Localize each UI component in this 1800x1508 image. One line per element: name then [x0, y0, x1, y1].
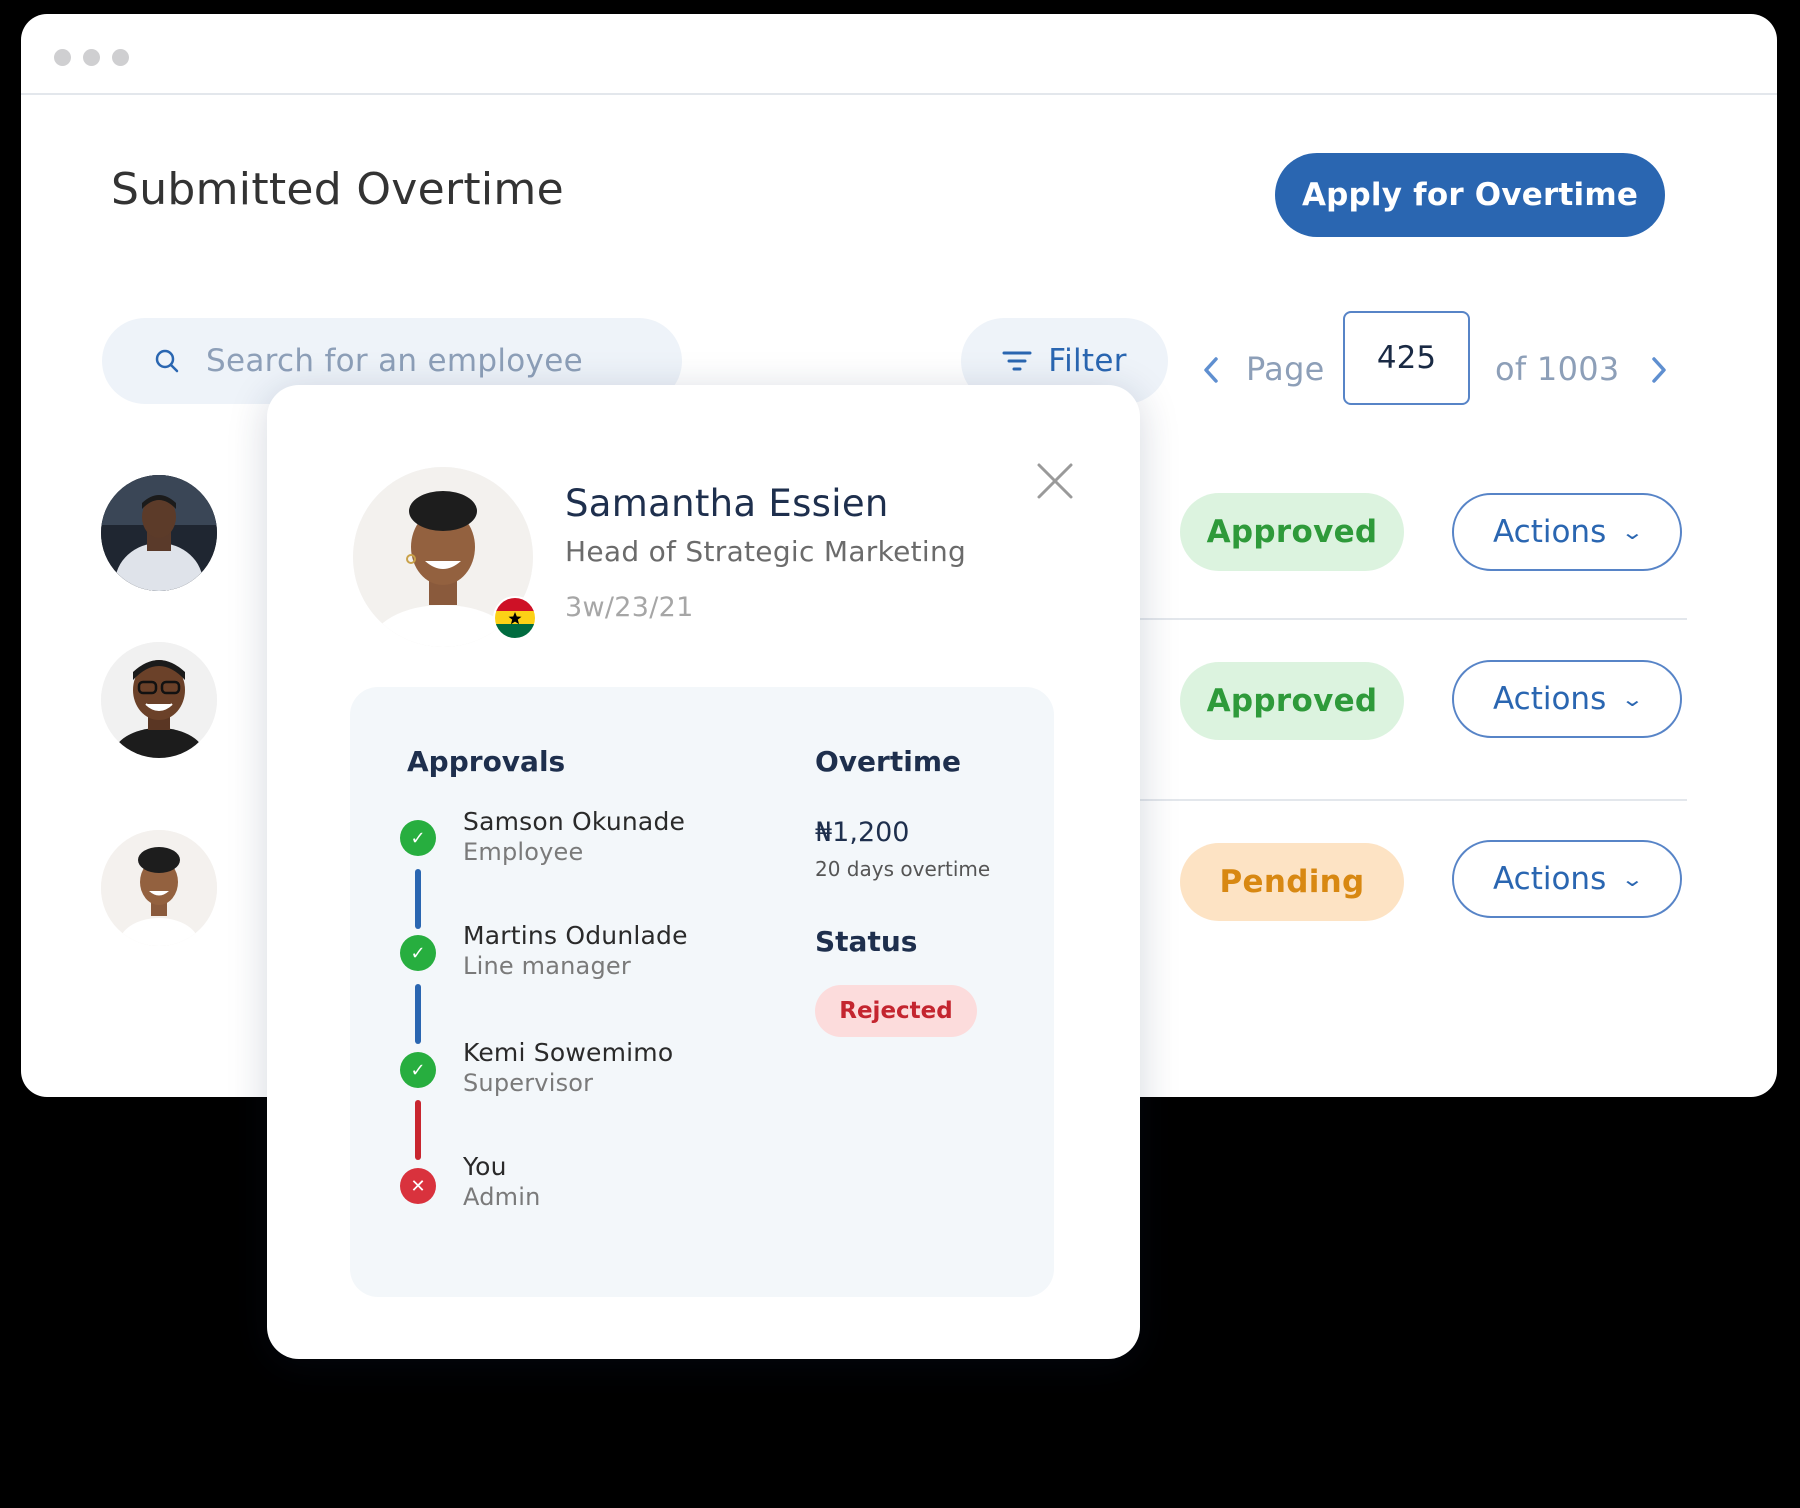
card-pointer: [222, 840, 272, 936]
chevron-left-icon[interactable]: [1199, 355, 1223, 385]
employee-date: 3w/23/21: [565, 592, 694, 623]
check-icon: ✓: [400, 935, 436, 971]
overtime-days: 20 days overtime: [815, 857, 991, 881]
page-title: Submitted Overtime: [111, 164, 564, 215]
actions-label: Actions: [1492, 681, 1607, 717]
actions-dropdown[interactable]: Actions ⌄: [1452, 493, 1682, 571]
approval-panel: Approvals ✓ Samson Okunade Employee ✓ Ma…: [350, 687, 1054, 1297]
close-icon[interactable]: [1035, 461, 1075, 501]
employee-name: Samantha Essien: [565, 482, 889, 525]
status-badge: Approved: [1180, 662, 1404, 740]
status-badge: Approved: [1180, 493, 1404, 571]
row-divider: [1139, 799, 1687, 801]
actions-label: Actions: [1492, 514, 1607, 550]
status-badge: Pending: [1180, 843, 1404, 921]
chevron-down-icon: ⌄: [1620, 520, 1645, 544]
actions-dropdown[interactable]: Actions ⌄: [1452, 840, 1682, 918]
chevron-right-icon[interactable]: [1647, 355, 1671, 385]
page-number-input[interactable]: 425: [1343, 311, 1470, 405]
employee-role: Head of Strategic Marketing: [565, 535, 967, 568]
avatar-image: [101, 475, 217, 591]
approver-role: Line manager: [463, 952, 631, 980]
window-dot[interactable]: [83, 49, 100, 66]
overtime-heading: Overtime: [815, 745, 962, 778]
avatar-image: [101, 642, 217, 758]
approver-role: Admin: [463, 1183, 541, 1211]
window-dot[interactable]: [54, 49, 71, 66]
filter-icon: [1002, 351, 1032, 371]
status-heading: Status: [815, 925, 918, 958]
page-total-label: of 1003: [1495, 350, 1620, 388]
employee-detail-card: Samantha Essien Head of Strategic Market…: [267, 385, 1140, 1359]
approver-name: You: [463, 1152, 507, 1181]
window-dot[interactable]: [112, 49, 129, 66]
search-icon: [155, 349, 179, 373]
apply-for-overtime-button[interactable]: Apply for Overtime: [1275, 153, 1665, 237]
approver-name: Kemi Sowemimo: [463, 1038, 674, 1067]
check-icon: ✓: [400, 820, 436, 856]
approver-role: Supervisor: [463, 1069, 594, 1097]
step-connector: [415, 869, 421, 929]
search-placeholder: Search for an employee: [206, 343, 583, 379]
overtime-amount: ₦1,200: [815, 817, 910, 848]
page-label: Page: [1246, 350, 1325, 388]
approver-name: Samson Okunade: [463, 807, 686, 836]
check-icon: ✓: [400, 1052, 436, 1088]
ghana-flag-icon: [493, 596, 537, 640]
avatar-image: [101, 830, 217, 946]
step-connector: [415, 1100, 421, 1160]
avatar[interactable]: [101, 475, 217, 591]
avatar[interactable]: [101, 830, 217, 946]
approver-role: Employee: [463, 838, 584, 866]
chevron-down-icon: ⌄: [1620, 687, 1645, 711]
actions-label: Actions: [1492, 861, 1607, 897]
approver-name: Martins Odunlade: [463, 921, 688, 950]
title-bar: [21, 14, 1777, 95]
cross-icon: ✕: [400, 1168, 436, 1204]
avatar[interactable]: [101, 642, 217, 758]
chevron-down-icon: ⌄: [1620, 867, 1645, 891]
step-connector: [415, 984, 421, 1044]
filter-label: Filter: [1048, 343, 1127, 379]
approvals-heading: Approvals: [407, 745, 566, 778]
actions-dropdown[interactable]: Actions ⌄: [1452, 660, 1682, 738]
status-badge: Rejected: [815, 985, 977, 1037]
row-divider: [1139, 618, 1687, 620]
